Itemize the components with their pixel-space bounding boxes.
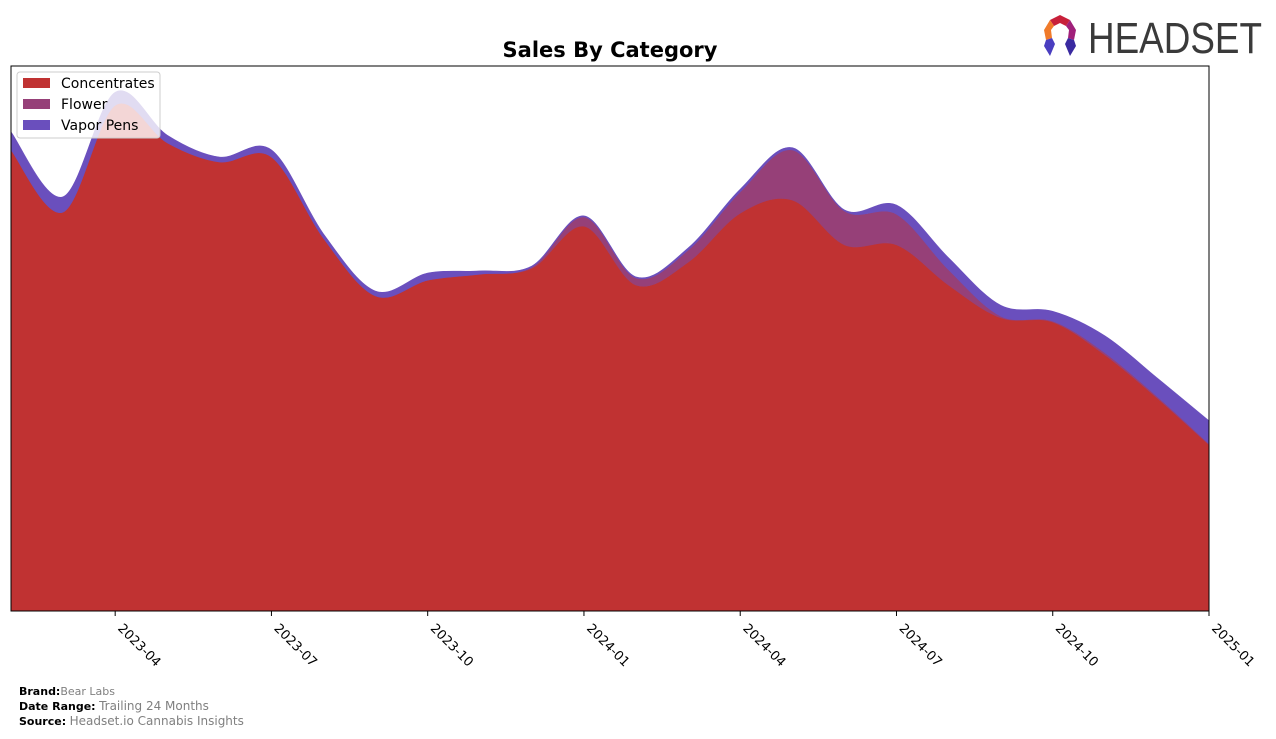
brand-value: Bear Labs	[60, 685, 115, 698]
x-tick-label: 2023-10	[427, 621, 476, 670]
x-axis: 2023-04 2023-07 2023-10 2024-01 2024-04 2024-…	[114, 611, 1257, 670]
chart-title: Sales By Category	[503, 38, 718, 62]
legend-swatch-vapor-pens	[23, 120, 50, 130]
x-tick-label: 2025-01	[1208, 621, 1257, 670]
x-tick-label: 2023-07	[271, 621, 320, 670]
x-tick-label: 2024-01	[583, 621, 632, 670]
x-tick-label: 2024-07	[896, 621, 945, 670]
logo-text: HEADSET	[1088, 14, 1262, 63]
sales-by-category-chart: Sales By Category 2023-04 2023-07 2023-10 2…	[10, 38, 1257, 670]
date-range-label: Date Range:	[19, 700, 96, 713]
headset-logo: HEADSET	[1036, 12, 1264, 64]
date-range-value: Trailing 24 Months	[99, 699, 209, 713]
footer-source: Source: Headset.io Cannabis Insights	[19, 714, 244, 729]
legend-swatch-concentrates	[23, 78, 50, 88]
x-tick-label: 2024-10	[1052, 621, 1101, 670]
legend-swatch-flower	[23, 99, 50, 109]
legend-label-concentrates: Concentrates	[61, 76, 155, 92]
headset-logo-icon: HEADSET	[1044, 14, 1262, 63]
footer-brand: Brand:Bear Labs	[19, 684, 115, 699]
footer-date-range: Date Range: Trailing 24 Months	[19, 699, 209, 714]
legend: Concentrates Flower Vapor Pens	[16, 71, 161, 139]
area-concentrates	[10, 102, 1210, 612]
brand-label: Brand:	[19, 685, 61, 698]
legend-label-vapor-pens: Vapor Pens	[61, 118, 138, 134]
area-layers	[10, 90, 1210, 612]
source-label: Source:	[19, 715, 67, 728]
x-tick-label: 2024-04	[739, 621, 788, 670]
source-value: Headset.io Cannabis Insights	[69, 714, 244, 728]
legend-label-flower: Flower	[61, 97, 108, 113]
x-tick-label: 2023-04	[114, 621, 163, 670]
